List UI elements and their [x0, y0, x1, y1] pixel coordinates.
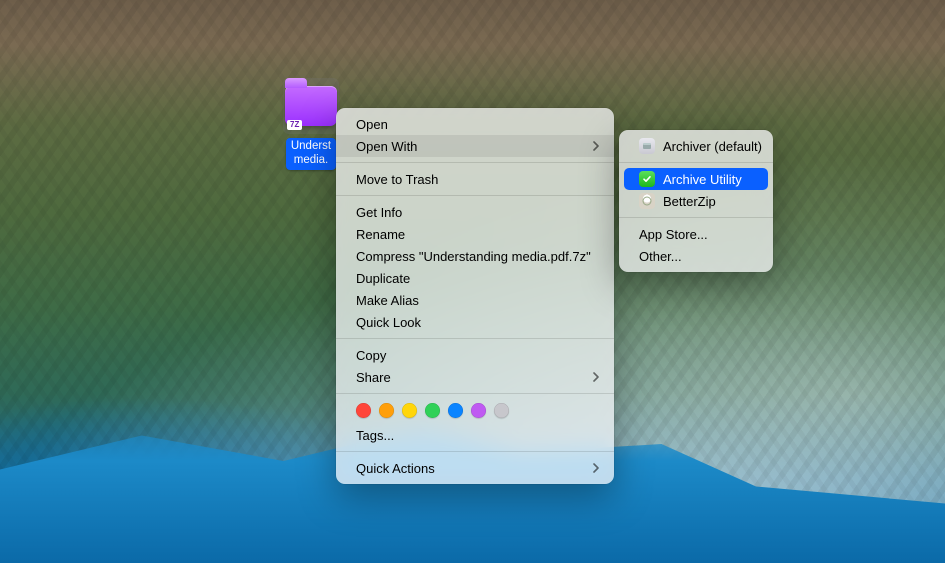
menu-separator: [336, 451, 614, 452]
tag-dot-red[interactable]: [356, 403, 371, 418]
archiver-icon: [639, 138, 655, 154]
menu-item-make-alias[interactable]: Make Alias: [336, 289, 614, 311]
tag-dot-green[interactable]: [425, 403, 440, 418]
menu-item-get-info[interactable]: Get Info: [336, 201, 614, 223]
tag-dot-gray[interactable]: [494, 403, 509, 418]
tag-dot-yellow[interactable]: [402, 403, 417, 418]
submenu-item-betterzip[interactable]: BetterZip: [619, 190, 773, 212]
tag-dot-purple[interactable]: [471, 403, 486, 418]
menu-separator: [336, 338, 614, 339]
chevron-right-icon: [593, 463, 600, 473]
tag-color-row: [336, 399, 614, 424]
submenu-item-archiver[interactable]: Archiver (default): [619, 135, 773, 157]
chevron-right-icon: [593, 141, 600, 151]
menu-item-share[interactable]: Share: [336, 366, 614, 388]
menu-item-duplicate[interactable]: Duplicate: [336, 267, 614, 289]
menu-separator: [336, 195, 614, 196]
chevron-right-icon: [593, 372, 600, 382]
menu-item-compress[interactable]: Compress "Understanding media.pdf.7z": [336, 245, 614, 267]
archive-utility-icon: [639, 171, 655, 187]
submenu-item-other[interactable]: Other...: [619, 245, 773, 267]
menu-separator: [619, 217, 773, 218]
menu-separator: [619, 162, 773, 163]
tag-dot-blue[interactable]: [448, 403, 463, 418]
submenu-item-archive-utility[interactable]: Archive Utility: [624, 168, 768, 190]
menu-separator: [336, 162, 614, 163]
menu-item-rename[interactable]: Rename: [336, 223, 614, 245]
menu-item-quick-look[interactable]: Quick Look: [336, 311, 614, 333]
menu-separator: [336, 393, 614, 394]
menu-item-move-to-trash[interactable]: Move to Trash: [336, 168, 614, 190]
submenu-item-app-store[interactable]: App Store...: [619, 223, 773, 245]
menu-item-open[interactable]: Open: [336, 113, 614, 135]
betterzip-icon: [639, 193, 655, 209]
file-format-badge: 7Z: [287, 120, 302, 130]
tag-dot-orange[interactable]: [379, 403, 394, 418]
file-name-label: Understmedia.: [286, 138, 336, 170]
open-with-submenu: Archiver (default) Archive Utility Bette…: [619, 130, 773, 272]
file-icon: 7Z: [283, 78, 339, 134]
menu-item-copy[interactable]: Copy: [336, 344, 614, 366]
menu-item-open-with[interactable]: Open With: [336, 135, 614, 157]
menu-item-quick-actions[interactable]: Quick Actions: [336, 457, 614, 479]
menu-item-tags[interactable]: Tags...: [336, 424, 614, 446]
context-menu: Open Open With Move to Trash Get Info Re…: [336, 108, 614, 484]
